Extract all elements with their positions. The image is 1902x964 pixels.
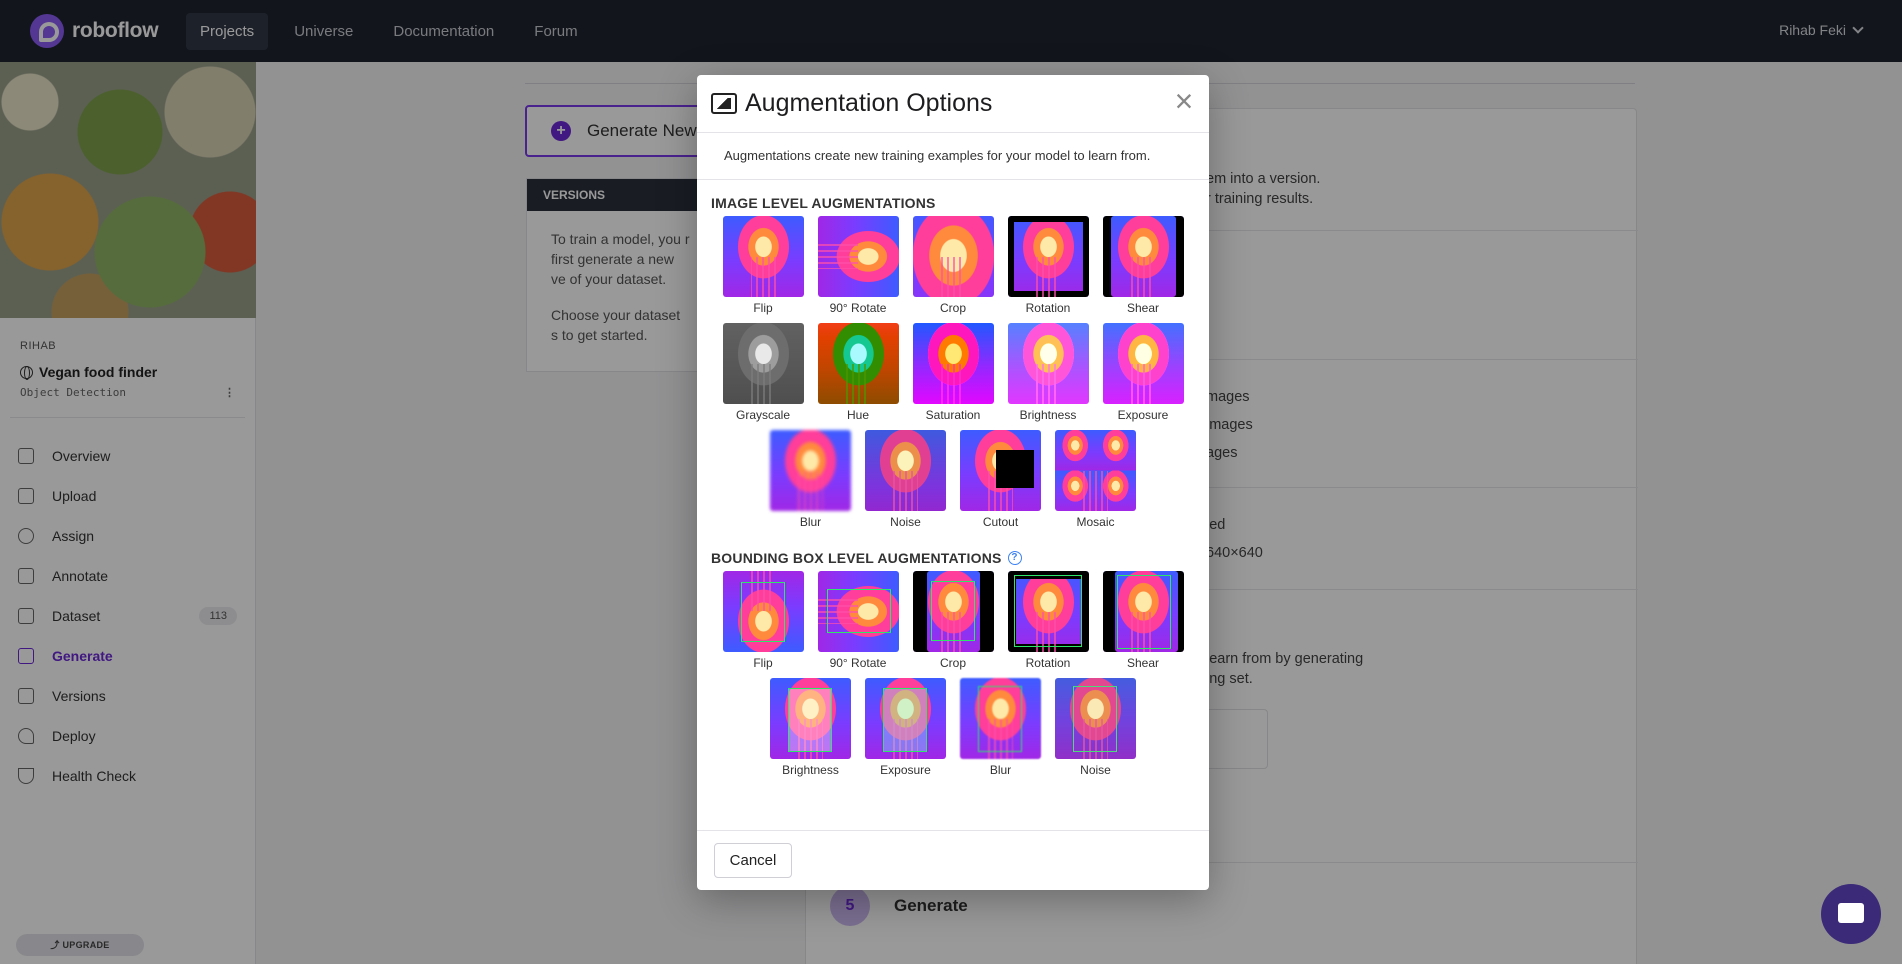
- bbox-aug-tile-90-rotate[interactable]: 90° Rotate: [811, 571, 906, 672]
- bbox-level-title-label: BOUNDING BOX LEVEL AUGMENTATIONS: [711, 550, 1002, 566]
- image-level-section-title: IMAGE LEVEL AUGMENTATIONS: [711, 194, 1195, 212]
- close-icon[interactable]: ×: [1171, 85, 1197, 117]
- bbox-level-tiles: Flip 90° Rotate Crop Rotation Shear Brig…: [711, 571, 1195, 785]
- aug-label: Exposure: [880, 763, 931, 777]
- aug-thumbnail: [960, 678, 1041, 759]
- modal-title: Augmentation Options: [745, 89, 993, 117]
- bbox-aug-tile-shear[interactable]: Shear: [1096, 571, 1191, 672]
- aug-thumbnail: [1007, 216, 1089, 297]
- chat-support-icon[interactable]: [1821, 884, 1881, 944]
- modal-footer: Cancel: [697, 830, 1209, 890]
- aug-label: Blur: [799, 515, 822, 529]
- aug-thumbnail: [770, 678, 851, 759]
- aug-thumbnail: [1102, 571, 1184, 652]
- aug-tile-mosaic[interactable]: Mosaic: [1048, 430, 1143, 531]
- aug-thumbnail: [770, 430, 851, 511]
- augmentation-options-modal: Augmentation Options × Augmentations cre…: [697, 75, 1209, 890]
- image-level-tiles: Flip 90° Rotate Crop Rotation Shear Gray…: [711, 216, 1195, 537]
- aug-thumbnail: [722, 216, 804, 297]
- image-icon: [711, 93, 737, 114]
- aug-thumbnail: [1102, 216, 1184, 297]
- aug-label: Crop: [939, 301, 966, 315]
- aug-label: Shear: [1126, 656, 1160, 670]
- aug-thumbnail: [865, 430, 946, 511]
- aug-thumbnail: [722, 571, 804, 652]
- image-level-title-label: IMAGE LEVEL AUGMENTATIONS: [711, 195, 936, 211]
- aug-tile-grayscale[interactable]: Grayscale: [716, 323, 811, 424]
- aug-tile-rotation[interactable]: Rotation: [1001, 216, 1096, 317]
- aug-label: 90° Rotate: [829, 301, 887, 315]
- bbox-aug-tile-brightness[interactable]: Brightness: [763, 678, 858, 779]
- aug-tile-flip[interactable]: Flip: [716, 216, 811, 317]
- bbox-aug-tile-crop[interactable]: Crop: [906, 571, 1001, 672]
- aug-label: Hue: [846, 408, 869, 422]
- aug-label: Noise: [890, 515, 921, 529]
- bbox-aug-tile-noise[interactable]: Noise: [1048, 678, 1143, 779]
- aug-thumbnail: [960, 430, 1041, 511]
- aug-thumbnail: [1102, 323, 1184, 404]
- help-icon[interactable]: ?: [1007, 551, 1022, 565]
- aug-label: Brightness: [1019, 408, 1077, 422]
- aug-thumbnail: [817, 216, 899, 297]
- modal-body: IMAGE LEVEL AUGMENTATIONS Flip 90° Rotat…: [697, 180, 1209, 785]
- aug-label: Flip: [753, 656, 773, 670]
- modal-description: Augmentations create new training exampl…: [697, 133, 1209, 180]
- aug-thumbnail: [817, 323, 899, 404]
- bbox-aug-tile-rotation[interactable]: Rotation: [1001, 571, 1096, 672]
- aug-label: Brightness: [782, 763, 839, 777]
- aug-label: Crop: [939, 656, 966, 670]
- aug-tile-exposure[interactable]: Exposure: [1096, 323, 1191, 424]
- aug-label: Noise: [1080, 763, 1111, 777]
- bbox-level-section-title: BOUNDING BOX LEVEL AUGMENTATIONS ?: [711, 549, 1195, 567]
- aug-tile-shear[interactable]: Shear: [1096, 216, 1191, 317]
- aug-label: 90° Rotate: [829, 656, 887, 670]
- aug-label: Exposure: [1117, 408, 1169, 422]
- aug-tile-cutout[interactable]: Cutout: [953, 430, 1048, 531]
- aug-thumbnail: [912, 323, 994, 404]
- aug-tile-saturation[interactable]: Saturation: [906, 323, 1001, 424]
- aug-tile-blur[interactable]: Blur: [763, 430, 858, 531]
- aug-label: Saturation: [925, 408, 981, 422]
- aug-label: Grayscale: [735, 408, 791, 422]
- aug-thumbnail: [912, 216, 994, 297]
- aug-label: Shear: [1126, 301, 1160, 315]
- aug-label: Flip: [753, 301, 773, 315]
- bbox-aug-tile-blur[interactable]: Blur: [953, 678, 1048, 779]
- bbox-aug-tile-flip[interactable]: Flip: [716, 571, 811, 672]
- cancel-button[interactable]: Cancel: [714, 843, 792, 878]
- modal-header: Augmentation Options ×: [697, 75, 1209, 133]
- bbox-aug-tile-exposure[interactable]: Exposure: [858, 678, 953, 779]
- aug-thumbnail: [1055, 678, 1136, 759]
- aug-label: Mosaic: [1076, 515, 1115, 529]
- aug-label: Rotation: [1025, 656, 1071, 670]
- aug-thumbnail: [722, 323, 804, 404]
- aug-tile-crop[interactable]: Crop: [906, 216, 1001, 317]
- aug-tile-90-rotate[interactable]: 90° Rotate: [811, 216, 906, 317]
- aug-thumbnail: [1007, 571, 1089, 652]
- aug-tile-hue[interactable]: Hue: [811, 323, 906, 424]
- aug-thumbnail: [865, 678, 946, 759]
- aug-label: Blur: [989, 763, 1012, 777]
- aug-label: Rotation: [1025, 301, 1071, 315]
- aug-thumbnail: [1055, 430, 1136, 511]
- aug-thumbnail: [912, 571, 994, 652]
- aug-tile-brightness[interactable]: Brightness: [1001, 323, 1096, 424]
- aug-thumbnail: [817, 571, 899, 652]
- aug-tile-noise[interactable]: Noise: [858, 430, 953, 531]
- aug-label: Cutout: [982, 515, 1019, 529]
- aug-thumbnail: [1007, 323, 1089, 404]
